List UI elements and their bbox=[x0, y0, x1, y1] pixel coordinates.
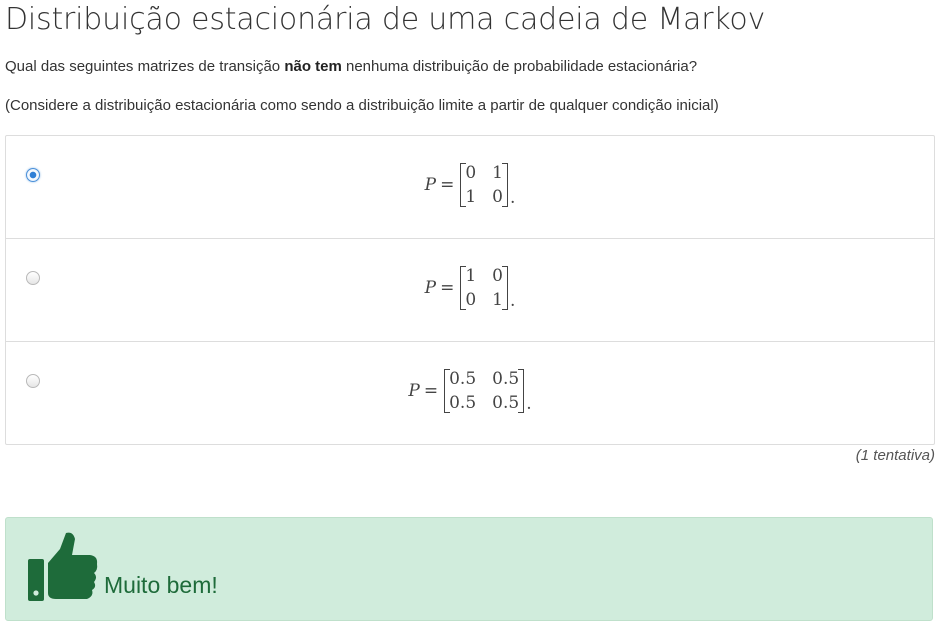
matrix: 0 1 1 0 bbox=[460, 162, 508, 208]
matrix-cell: 1 bbox=[465, 266, 477, 286]
matrix-cell: 1 bbox=[465, 187, 477, 207]
matrix-cell: 1 bbox=[492, 163, 503, 183]
feedback-message: Muito bem! bbox=[104, 572, 218, 598]
attempts-count: (1 tentativa) bbox=[855, 447, 935, 464]
equals-sign: = bbox=[440, 278, 455, 298]
answer-option-1[interactable]: P = 0 1 1 0 . bbox=[6, 136, 934, 239]
matrix-formula-2: P = 1 0 0 1 . bbox=[6, 265, 934, 311]
question-text-bold: não tem bbox=[284, 58, 342, 75]
matrix-cell: 0.5 bbox=[449, 369, 477, 389]
matrix-formula-3: P = 0.5 0.5 0.5 0.5 . bbox=[6, 368, 934, 414]
matrix-period: . bbox=[509, 291, 516, 311]
matrix-cell: 0.5 bbox=[492, 393, 520, 413]
matrix-variable: P bbox=[424, 278, 437, 298]
question-text-after: nenhuma distribuição de probabilidade es… bbox=[341, 58, 698, 75]
question-text-before: Qual das seguintes matrizes de transição bbox=[5, 58, 285, 75]
feedback-panel: Muito bem! bbox=[5, 517, 933, 621]
matrix-period: . bbox=[526, 394, 532, 414]
matrix-variable: P bbox=[424, 175, 437, 195]
matrix-cell: 0.5 bbox=[449, 393, 477, 413]
matrix-cell: 0 bbox=[492, 187, 503, 207]
answer-options: P = 0 1 1 0 . P = 1 0 0 1 . P = 0.5 0.5 … bbox=[5, 135, 935, 445]
answer-option-2[interactable]: P = 1 0 0 1 . bbox=[6, 239, 934, 342]
question-text: Qual das seguintes matrizes de transição… bbox=[5, 57, 697, 77]
thumbs-up-icon bbox=[28, 532, 98, 601]
matrix-cell: 0 bbox=[465, 163, 477, 183]
matrix-cell: 0.5 bbox=[492, 369, 520, 389]
equals-sign: = bbox=[440, 175, 455, 195]
matrix: 1 0 0 1 bbox=[460, 265, 508, 311]
matrix-cell: 0 bbox=[465, 290, 477, 310]
equals-sign: = bbox=[423, 381, 439, 401]
matrix-variable: P bbox=[408, 381, 420, 401]
matrix-cell: 1 bbox=[492, 290, 503, 310]
matrix-cell: 0 bbox=[492, 266, 503, 286]
question-note: (Considere a distribuição estacionária c… bbox=[5, 97, 719, 114]
matrix-period: . bbox=[509, 188, 516, 208]
matrix: 0.5 0.5 0.5 0.5 bbox=[444, 368, 525, 414]
page-title: Distribuição estacionária de uma cadeia … bbox=[5, 2, 766, 37]
answer-option-3[interactable]: P = 0.5 0.5 0.5 0.5 . bbox=[6, 342, 934, 444]
matrix-formula-1: P = 0 1 1 0 . bbox=[6, 162, 934, 208]
